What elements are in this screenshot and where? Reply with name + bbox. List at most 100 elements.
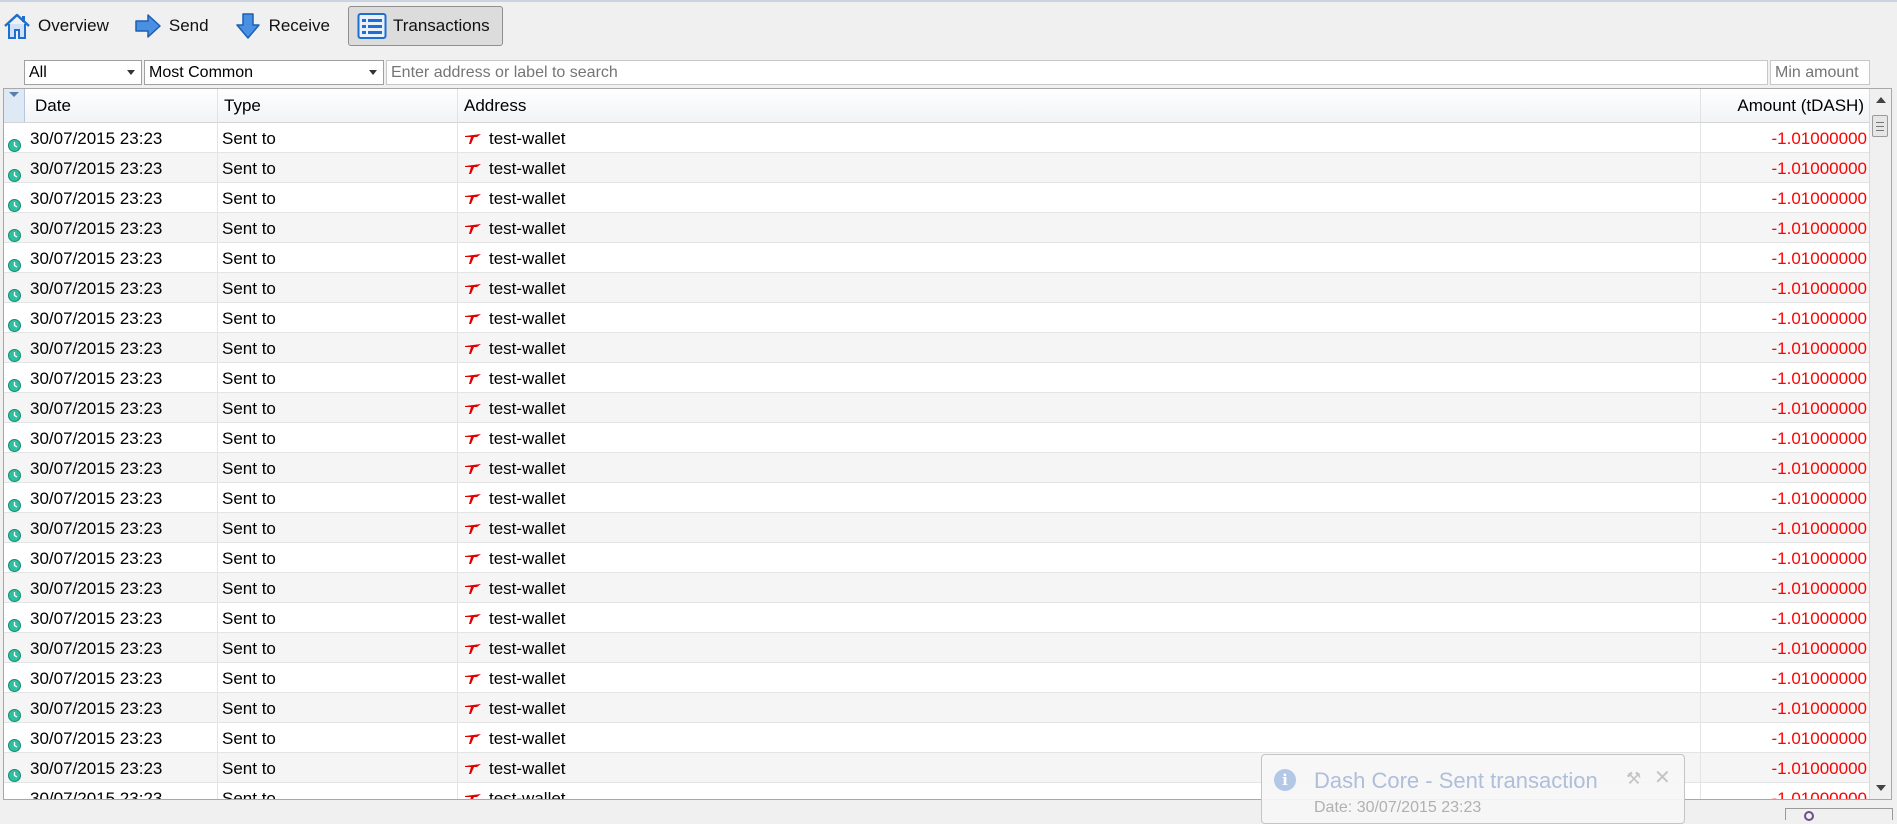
transactions-tab[interactable]: Transactions (347, 6, 503, 46)
status-cell (4, 363, 25, 392)
type-cell: Sent to (218, 213, 458, 242)
amount-cell: -1.01000000 (1771, 729, 1867, 748)
type-cell: Sent to (218, 573, 458, 602)
sent-arrow-icon (465, 423, 481, 454)
type-cell: Sent to (218, 243, 458, 272)
type-cell: Sent to (218, 723, 458, 752)
table-row[interactable]: 30/07/2015 23:23 Sent to test-wallet -1.010… (4, 183, 1870, 213)
table-row[interactable]: 30/07/2015 23:23 Sent to test-wallet -1.010… (4, 393, 1870, 423)
sort-indicator-icon (9, 92, 19, 97)
table-row[interactable]: 30/07/2015 23:23 Sent to test-wallet -1.010… (4, 423, 1870, 453)
address-label: test-wallet (489, 219, 566, 238)
vertical-scrollbar[interactable] (1869, 89, 1891, 799)
amount-cell: -1.01000000 (1771, 549, 1867, 568)
min-amount-input[interactable] (1770, 60, 1870, 85)
amount-cell: -1.01000000 (1771, 519, 1867, 538)
table-row[interactable]: 30/07/2015 23:23 Sent to test-wallet -1.010… (4, 603, 1870, 633)
table-row[interactable]: 30/07/2015 23:23 Sent to test-wallet -1.010… (4, 123, 1870, 153)
type-cell: Sent to (218, 753, 458, 782)
address-cell: test-wallet (458, 543, 1701, 572)
address-cell: test-wallet (458, 243, 1701, 272)
address-cell: test-wallet (458, 303, 1701, 332)
address-column-header[interactable]: Address (458, 89, 1701, 122)
table-row[interactable]: 30/07/2015 23:23 Sent to test-wallet -1.010… (4, 363, 1870, 393)
address-cell: test-wallet (458, 183, 1701, 212)
table-row[interactable]: 30/07/2015 23:23 Sent to test-wallet -1.010… (4, 153, 1870, 183)
table-row[interactable]: 30/07/2015 23:23 Sent to test-wallet -1.010… (4, 663, 1870, 693)
sent-arrow-icon (465, 453, 481, 484)
type-filter-dropdown[interactable]: Most Common (144, 60, 384, 85)
sent-arrow-icon (465, 603, 481, 634)
address-label: test-wallet (489, 579, 566, 598)
type-cell: Sent to (218, 783, 458, 799)
sent-arrow-icon (465, 693, 481, 724)
table-row[interactable]: 30/07/2015 23:23 Sent to test-wallet -1.010… (4, 453, 1870, 483)
status-cell (4, 783, 25, 799)
scroll-up-arrow-icon[interactable] (1876, 97, 1886, 103)
amount-cell: -1.01000000 (1771, 339, 1867, 358)
notification-title: Dash Core - Sent transaction (1314, 768, 1598, 793)
receive-tab[interactable]: Receive (231, 7, 336, 45)
status-cell (4, 543, 25, 572)
date-filter-dropdown[interactable]: All (24, 60, 142, 85)
status-cell (4, 153, 25, 182)
scroll-down-arrow-icon[interactable] (1876, 785, 1886, 791)
address-cell: test-wallet (458, 483, 1701, 512)
table-row[interactable]: 30/07/2015 23:23 Sent to test-wallet -1.010… (4, 303, 1870, 333)
status-cell (4, 183, 25, 212)
address-search-input[interactable] (386, 60, 1768, 85)
table-row[interactable]: 30/07/2015 23:23 Sent to test-wallet -1.010… (4, 273, 1870, 303)
table-row[interactable]: 30/07/2015 23:23 Sent to test-wallet -1.010… (4, 333, 1870, 363)
table-row[interactable]: 30/07/2015 23:23 Sent to test-wallet -1.010… (4, 213, 1870, 243)
table-row[interactable]: 30/07/2015 23:23 Sent to test-wallet -1.010… (4, 573, 1870, 603)
close-icon[interactable]: ✕ (1654, 765, 1671, 790)
sent-arrow-icon (465, 243, 481, 274)
status-column-header[interactable] (4, 89, 25, 122)
type-cell: Sent to (218, 603, 458, 632)
network-status-widget[interactable] (1785, 808, 1893, 821)
scrollbar-thumb[interactable] (1872, 115, 1888, 137)
address-label: test-wallet (489, 189, 566, 208)
table-row[interactable]: 30/07/2015 23:23 Sent to test-wallet -1.010… (4, 543, 1870, 573)
type-column-header[interactable]: Type (218, 89, 458, 122)
transactions-label: Transactions (392, 16, 490, 35)
sent-arrow-icon (465, 483, 481, 514)
sent-arrow-icon (465, 183, 481, 214)
date-cell: 30/07/2015 23:23 (25, 723, 218, 752)
table-row[interactable]: 30/07/2015 23:23 Sent to test-wallet -1.010… (4, 633, 1870, 663)
amount-cell: -1.01000000 (1771, 579, 1867, 598)
table-row[interactable]: 30/07/2015 23:23 Sent to test-wallet -1.010… (4, 693, 1870, 723)
address-label: test-wallet (489, 129, 566, 148)
amount-cell: -1.01000000 (1771, 129, 1867, 148)
table-row[interactable]: 30/07/2015 23:23 Sent to test-wallet -1.010… (4, 483, 1870, 513)
sent-arrow-icon (465, 393, 481, 424)
date-cell: 30/07/2015 23:23 (25, 423, 218, 452)
address-label: test-wallet (489, 549, 566, 568)
clock-icon (8, 791, 21, 799)
type-cell: Sent to (218, 333, 458, 362)
wrench-icon[interactable]: ⚒ (1626, 769, 1641, 789)
type-cell: Sent to (218, 363, 458, 392)
date-cell: 30/07/2015 23:23 (25, 753, 218, 782)
date-cell: 30/07/2015 23:23 (25, 153, 218, 182)
address-cell: test-wallet (458, 513, 1701, 542)
address-label: test-wallet (489, 639, 566, 658)
amount-column-header[interactable]: Amount (tDASH) (1701, 89, 1870, 122)
amount-cell: -1.01000000 (1771, 699, 1867, 718)
date-cell: 30/07/2015 23:23 (25, 693, 218, 722)
date-column-header[interactable]: Date (25, 89, 218, 122)
sent-arrow-icon (465, 153, 481, 184)
table-row[interactable]: 30/07/2015 23:23 Sent to test-wallet -1.010… (4, 243, 1870, 273)
overview-tab[interactable]: Overview (0, 7, 115, 45)
date-cell: 30/07/2015 23:23 (25, 663, 218, 692)
sent-arrow-icon (465, 783, 481, 799)
status-cell (4, 213, 25, 242)
date-cell: 30/07/2015 23:23 (25, 783, 218, 799)
sent-arrow-icon (465, 363, 481, 394)
type-filter-value: Most Common (149, 64, 254, 81)
send-tab[interactable]: Send (131, 7, 215, 45)
address-cell: test-wallet (458, 363, 1701, 392)
table-row[interactable]: 30/07/2015 23:23 Sent to test-wallet -1.010… (4, 723, 1870, 753)
transaction-notification[interactable]: i Dash Core - Sent transaction Date: 30/… (1261, 754, 1685, 824)
table-row[interactable]: 30/07/2015 23:23 Sent to test-wallet -1.010… (4, 513, 1870, 543)
